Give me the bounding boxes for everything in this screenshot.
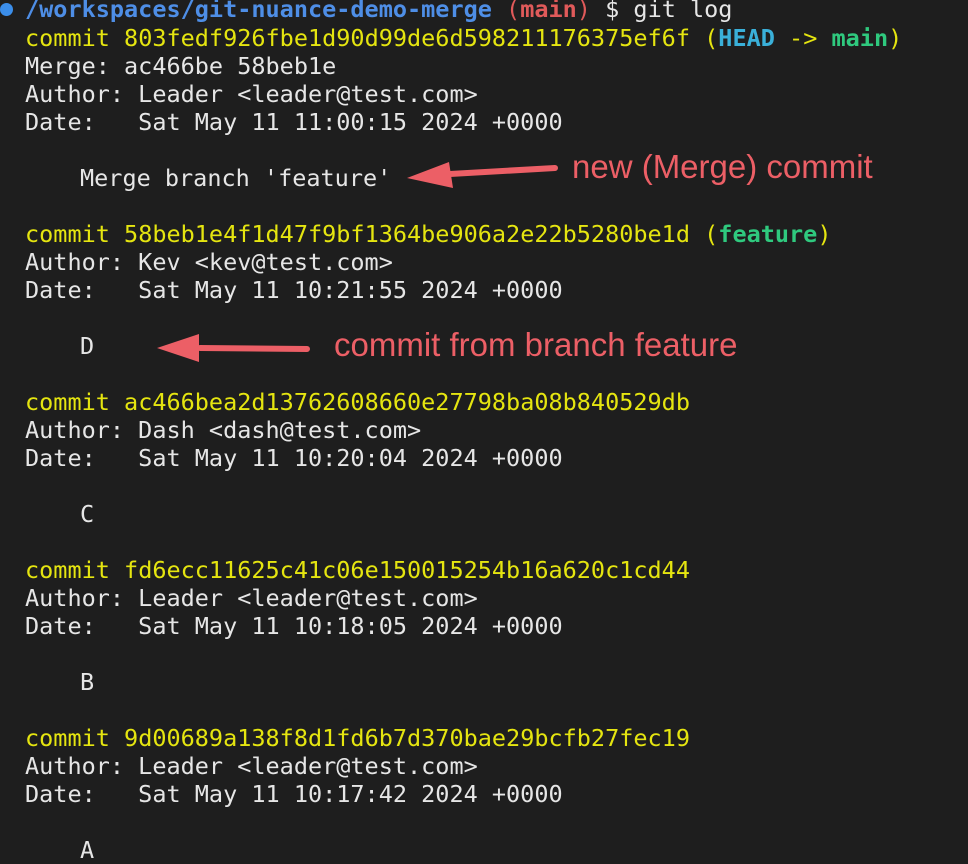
commit-author: Author: Leader <leader@test.com> [25,584,478,612]
commit-author: Author: Leader <leader@test.com> [25,80,478,108]
commit-author: Author: Dash <dash@test.com> [25,416,422,444]
commit-date: Date: Sat May 11 10:21:55 2024 +0000 [25,276,563,304]
commit-hash: 58beb1e4f1d47f9bf1364be906a2e22b5280be1d [124,220,690,248]
commit-author: Author: Leader <leader@test.com> [25,752,478,780]
prompt-symbol: $ [605,0,620,23]
annotation-merge-commit: new (Merge) commit [572,148,873,185]
commit-hash: 803fedf926fbe1d90d99de6d598211176375ef6f [124,24,690,52]
commit-date: Date: Sat May 11 10:18:05 2024 +0000 [25,612,563,640]
ref-branch: main [831,24,889,52]
commit-merge-parents: Merge: ac466be 58beb1e [25,52,337,80]
prompt-path: /workspaces/git-nuance-demo-merge [25,0,492,23]
prompt-branch: main [520,0,577,23]
terminal-window[interactable]: /workspaces/git-nuance-demo-merge (main)… [0,0,968,864]
commit-date: Date: Sat May 11 10:20:04 2024 +0000 [25,444,563,472]
commit-message: Merge branch 'feature' [80,164,392,192]
merge-commit-arrow-icon [407,162,558,188]
commit-hash: ac466bea2d13762608660e27798ba08b840529db [124,388,690,416]
commit-date: Date: Sat May 11 10:17:42 2024 +0000 [25,780,563,808]
commit-header: commit ac466bea2d13762608660e27798ba08b8… [25,388,690,416]
commit-message: A [80,836,95,864]
ref-branch: feature [718,220,818,248]
prompt-command: git log [633,0,733,23]
commit-header: commit 803fedf926fbe1d90d99de6d598211176… [25,24,903,52]
commit-header: commit 58beb1e4f1d47f9bf1364be906a2e22b5… [25,220,832,248]
commit-message: D [80,332,95,360]
commit-hash: 9d00689a138f8d1fd6b7d370bae29bcfb27fec19 [124,724,690,752]
feature-commit-arrow-icon [157,334,310,362]
commit-header: commit fd6ecc11625c41c06e150015254b16a62… [25,556,690,584]
commit-date: Date: Sat May 11 11:00:15 2024 +0000 [25,108,563,136]
commit-author: Author: Kev <kev@test.com> [25,248,393,276]
ref-head: HEAD [718,24,775,52]
prompt-status-dot-icon [0,3,13,16]
shell-prompt: /workspaces/git-nuance-demo-merge (main)… [0,0,732,23]
commit-message: B [80,668,95,696]
commit-message: C [80,500,95,528]
commit-hash: fd6ecc11625c41c06e150015254b16a620c1cd44 [124,556,690,584]
annotation-feature-commit: commit from branch feature [334,326,738,363]
commit-header: commit 9d00689a138f8d1fd6b7d370bae29bcfb… [25,724,690,752]
